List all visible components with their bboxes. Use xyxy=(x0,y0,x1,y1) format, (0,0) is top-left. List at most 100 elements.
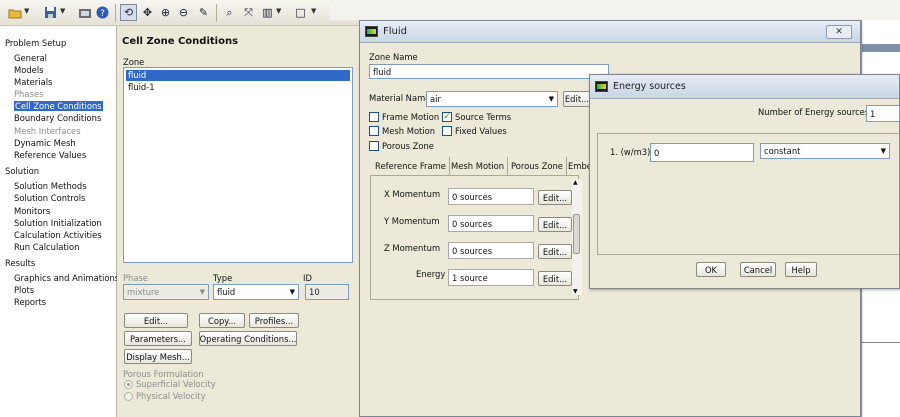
tab-porous-zone[interactable]: Porous Zone xyxy=(508,157,567,175)
source-terms-label: Source Terms xyxy=(455,112,512,122)
physical-velocity-radio[interactable] xyxy=(124,392,133,401)
help-button[interactable]: Help xyxy=(785,262,817,277)
frame-motion-checkbox[interactable] xyxy=(369,112,379,122)
energy-type-dropdown[interactable]: constant ▼ xyxy=(760,143,890,159)
save-icon[interactable] xyxy=(42,4,59,21)
z-momentum-edit-button[interactable]: Edit... xyxy=(538,244,572,259)
material-edit-button[interactable]: Edit... xyxy=(563,91,591,107)
tree-item-models[interactable]: Models xyxy=(14,65,44,75)
tree-item-calculation-activities[interactable]: Calculation Activities xyxy=(14,230,102,240)
list-item[interactable]: fluid-1 xyxy=(126,82,350,93)
svg-text:?: ? xyxy=(100,9,105,19)
superficial-velocity-radio[interactable] xyxy=(124,380,133,389)
zoom-fit-icon[interactable]: ⌕ xyxy=(221,4,238,21)
fixed-values-checkbox[interactable] xyxy=(442,126,452,136)
screenshot-icon[interactable] xyxy=(76,4,93,21)
tree-item-solution-controls[interactable]: Solution Controls xyxy=(14,193,85,203)
chevron-down-icon[interactable]: ▼ xyxy=(573,288,578,295)
fluid-dialog-titlebar[interactable]: Fluid ✕ xyxy=(360,21,860,43)
help-icon[interactable]: ? xyxy=(94,4,111,21)
tree-item-reference-values[interactable]: Reference Values xyxy=(14,150,86,160)
tree-item-plots[interactable]: Plots xyxy=(14,285,34,295)
fluent-logo-icon xyxy=(595,81,608,92)
material-dropdown[interactable]: air ▼ xyxy=(426,91,558,107)
rotate-icon[interactable]: ⟲ xyxy=(120,4,137,21)
zone-list[interactable]: fluid fluid-1 xyxy=(123,67,353,263)
y-momentum-edit-button[interactable]: Edit... xyxy=(538,217,572,232)
tree-item-graphics-and-animations[interactable]: Graphics and Animations xyxy=(14,273,119,283)
tree-item-boundary-conditions[interactable]: Boundary Conditions xyxy=(14,113,101,123)
tree-section-solution[interactable]: Solution xyxy=(5,166,39,176)
operating-conditions-button[interactable]: Operating Conditions... xyxy=(199,331,297,346)
tree-item-solution-initialization[interactable]: Solution Initialization xyxy=(14,218,102,228)
open-folder-icon[interactable] xyxy=(6,4,23,21)
edit-button[interactable]: Edit... xyxy=(124,313,188,328)
tree-item-monitors[interactable]: Monitors xyxy=(14,206,50,216)
energy-count-field[interactable]: 1 xyxy=(866,105,900,122)
tree-item-reports[interactable]: Reports xyxy=(14,297,46,307)
ok-button[interactable]: OK xyxy=(696,262,726,277)
tree-section-problem-setup[interactable]: Problem Setup xyxy=(5,38,66,48)
list-item[interactable]: fluid xyxy=(126,70,350,81)
chevron-down-icon: ▼ xyxy=(199,288,205,296)
tab-mesh-motion[interactable]: Mesh Motion xyxy=(448,157,509,175)
scrollbar[interactable]: ▲ ▼ xyxy=(572,179,582,295)
zoom-in-icon[interactable]: ⊕ xyxy=(157,4,174,21)
chevron-down-icon[interactable]: ▼ xyxy=(276,7,281,15)
cancel-button[interactable]: Cancel xyxy=(740,262,776,277)
energy-edit-button[interactable]: Edit... xyxy=(538,271,572,286)
cell-zone-conditions-panel: Cell Zone Conditions Zone fluid fluid-1 … xyxy=(117,26,357,417)
tree-item-phases[interactable]: Phases xyxy=(14,89,43,99)
tree-item-materials[interactable]: Materials xyxy=(14,77,52,87)
probe-icon[interactable]: ✎ xyxy=(195,4,212,21)
tab-reference-frame[interactable]: Reference Frame xyxy=(372,157,450,175)
y-momentum-label: Y Momentum xyxy=(384,216,440,226)
x-momentum-label: X Momentum xyxy=(384,189,441,199)
tree-item-dynamic-mesh[interactable]: Dynamic Mesh xyxy=(14,138,76,148)
tree-item-cell-zone-conditions[interactable]: Cell Zone Conditions xyxy=(14,101,103,111)
tree-section-results[interactable]: Results xyxy=(5,258,35,268)
tree-item-general[interactable]: General xyxy=(14,53,47,63)
energy-dialog-titlebar[interactable]: Energy sources xyxy=(590,75,899,99)
chevron-down-icon[interactable]: ▼ xyxy=(311,7,316,15)
scrollbar-thumb[interactable] xyxy=(573,214,580,254)
chevron-up-icon[interactable]: ▲ xyxy=(573,179,578,186)
tree-item-run-calculation[interactable]: Run Calculation xyxy=(14,242,79,252)
mesh-motion-checkbox[interactable] xyxy=(369,126,379,136)
x-momentum-edit-button[interactable]: Edit... xyxy=(538,190,572,205)
porous-zone-checkbox[interactable] xyxy=(369,141,379,151)
navigation-tree: Problem Setup General Models Materials P… xyxy=(0,26,119,417)
vector-icon[interactable]: ⤧ xyxy=(240,4,257,21)
graphics-area xyxy=(330,0,900,20)
energy-value-field[interactable]: 0 xyxy=(650,143,754,162)
chevron-down-icon: ▼ xyxy=(289,288,295,296)
copy-button[interactable]: Copy... xyxy=(199,313,245,328)
y-momentum-sources: 0 sources xyxy=(448,215,534,232)
energy-type-value: constant xyxy=(764,146,801,156)
zoom-out-icon[interactable]: ⊖ xyxy=(175,4,192,21)
parameters-button[interactable]: Parameters... xyxy=(124,331,192,346)
source-terms-checkbox[interactable]: ✓ xyxy=(442,112,452,122)
z-momentum-label: Z Momentum xyxy=(384,243,441,253)
display-mesh-button[interactable]: Display Mesh... xyxy=(124,349,192,364)
close-icon[interactable]: ✕ xyxy=(826,25,852,39)
layout-icon[interactable]: ▥ xyxy=(259,4,276,21)
phase-dropdown[interactable]: mixture ▼ xyxy=(123,284,209,300)
porous-formulation-label: Porous Formulation xyxy=(123,369,204,379)
profiles-button[interactable]: Profiles... xyxy=(249,313,299,328)
window-icon[interactable]: □ xyxy=(292,4,309,21)
zone-name-field[interactable]: fluid xyxy=(369,64,609,79)
page-title: Cell Zone Conditions xyxy=(122,36,239,47)
energy-sources: 1 source xyxy=(448,269,534,286)
type-dropdown[interactable]: fluid ▼ xyxy=(213,284,299,300)
id-label: ID xyxy=(303,273,312,283)
energy-label: Energy xyxy=(416,269,446,279)
chevron-down-icon[interactable]: ▼ xyxy=(24,7,29,15)
pan-icon[interactable]: ✥ xyxy=(139,4,156,21)
tree-item-mesh-interfaces[interactable]: Mesh Interfaces xyxy=(14,126,81,136)
chevron-down-icon[interactable]: ▼ xyxy=(60,7,65,15)
tree-item-solution-methods[interactable]: Solution Methods xyxy=(14,181,87,191)
phase-value: mixture xyxy=(127,287,160,297)
zone-name-label: Zone Name xyxy=(369,52,418,62)
source-terms-panel: X Momentum 0 sources Edit... Y Momentum … xyxy=(370,175,579,300)
